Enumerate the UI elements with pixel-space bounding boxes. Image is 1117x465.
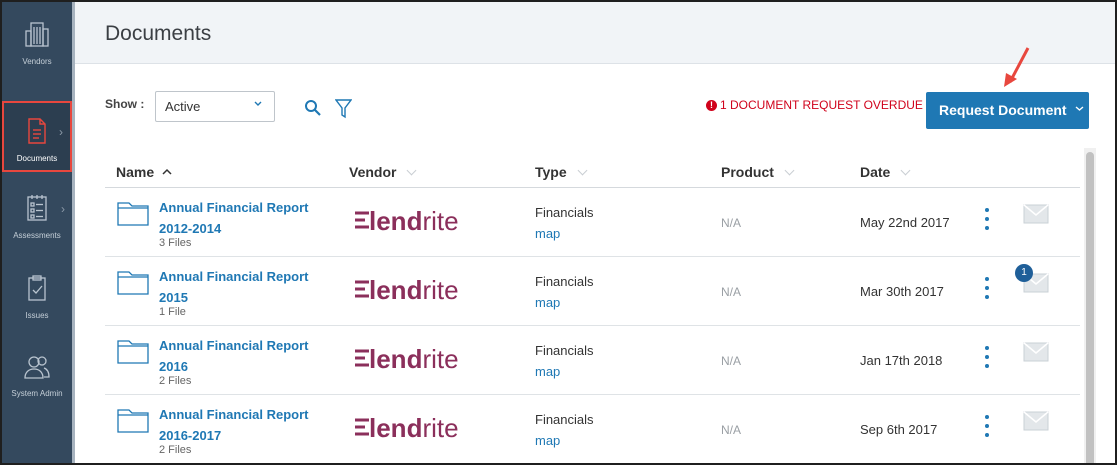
document-name-link[interactable]: Annual Financial Report 2012-2014 [159,197,339,239]
mail-icon[interactable] [1023,204,1049,224]
document-type: Financials [535,412,594,427]
sort-down-icon [577,165,588,175]
overdue-alert[interactable]: ! 1 DOCUMENT REQUEST OVERDUE [706,98,923,112]
table-header: Name Vendor Type Product Date [105,150,1080,188]
building-icon [25,22,49,47]
show-filter-select[interactable]: Active [155,91,275,122]
vendor-name: lendrite [369,206,459,236]
clipboard-icon [28,275,46,301]
map-link[interactable]: map [535,433,560,448]
annotation-arrow [1004,47,1030,87]
sidebar-item-label: Vendors [22,57,52,66]
vendor-logo: lendrite [355,413,459,443]
more-actions-button[interactable] [980,346,994,374]
documents-table: Name Vendor Type Product Date Annual Fin… [105,150,1080,463]
column-header-date[interactable]: Date [860,164,911,180]
document-date: Sep 6th 2017 [860,422,938,437]
table-row[interactable]: Annual Financial Report 2012-2014 3 File… [105,188,1080,257]
page-title: Documents [105,22,212,45]
folder-icon [117,409,149,433]
chevron-right-icon: › [59,125,63,139]
page-header: Documents [75,2,1115,64]
scrollbar-thumb[interactable] [1086,152,1094,463]
document-type: Financials [535,343,594,358]
product-value: N/A [721,423,742,437]
column-header-type[interactable]: Type [535,164,588,180]
column-header-vendor[interactable]: Vendor [349,164,417,180]
sort-down-icon [784,165,795,175]
document-date: Mar 30th 2017 [860,284,944,299]
map-link[interactable]: map [535,364,560,379]
alert-icon: ! [706,99,717,111]
vendor-name: lendrite [369,344,459,374]
sidebar-item-label: Assessments [13,231,61,240]
column-header-name[interactable]: Name [116,164,172,180]
more-actions-button[interactable] [980,277,994,305]
show-filter-label: Show : [105,97,145,111]
sidebar-item-label: System Admin [11,389,63,398]
sidebar-item-system-admin[interactable]: System Admin [2,354,72,426]
mail-icon[interactable] [1023,342,1049,362]
document-date: Jan 17th 2018 [860,353,943,368]
file-count: 2 Files [159,375,192,387]
product-value: N/A [721,216,742,230]
mail-icon[interactable] [1023,411,1049,431]
table-row[interactable]: Annual Financial Report 2016 2 Files len… [105,326,1080,395]
document-type: Financials [535,274,594,289]
product-value: N/A [721,354,742,368]
sidebar-item-label: Documents [16,154,58,163]
sort-down-icon [900,165,911,175]
chevron-down-icon [1075,106,1084,111]
notification-badge: 1 [1015,264,1033,282]
sort-up-icon [162,168,172,175]
checklist-icon [27,195,47,221]
chevron-right-icon: › [61,202,65,216]
document-name-link[interactable]: Annual Financial Report 2015 [159,266,339,308]
folder-icon [117,340,149,364]
sidebar-item-documents[interactable]: › Documents [2,101,72,172]
vendor-logo: lendrite [355,206,459,236]
search-icon[interactable] [304,99,322,117]
vendor-logo: lendrite [355,344,459,374]
document-name-link[interactable]: Annual Financial Report 2016-2017 [159,404,339,446]
file-count: 2 Files [159,444,192,456]
map-link[interactable]: map [535,295,560,310]
sidebar-item-label: Issues [25,311,49,320]
file-count: 1 File [159,306,186,318]
show-filter-value: Active [165,99,201,114]
vendor-logo: lendrite [355,275,459,305]
document-icon [28,118,46,144]
sidebar-item-assessments[interactable]: › Assessments [2,194,72,266]
more-actions-button[interactable] [980,208,994,236]
vendor-name: lendrite [369,275,459,305]
product-value: N/A [721,285,742,299]
document-type: Financials [535,205,594,220]
column-header-product[interactable]: Product [721,164,795,180]
folder-icon [117,202,149,226]
more-actions-button[interactable] [980,415,994,443]
document-date: May 22nd 2017 [860,215,950,230]
request-document-label: Request Document [939,102,1067,118]
vendor-name: lendrite [369,413,459,443]
filter-icon[interactable] [335,99,352,119]
sidebar: Vendors › Documents › Assessments Issues… [2,2,75,463]
users-icon [24,356,50,379]
table-row[interactable]: Annual Financial Report 2015 1 File lend… [105,257,1080,326]
sidebar-item-vendors[interactable]: Vendors [2,20,72,92]
table-row[interactable]: Annual Financial Report 2016-2017 2 File… [105,395,1080,463]
folder-icon [117,271,149,295]
overdue-text: 1 DOCUMENT REQUEST OVERDUE [720,98,923,112]
map-link[interactable]: map [535,226,560,241]
file-count: 3 Files [159,237,192,249]
chevron-down-icon [254,101,262,106]
app-window: Vendors › Documents › Assessments Issues… [0,0,1117,465]
document-name-link[interactable]: Annual Financial Report 2016 [159,335,339,377]
request-document-button[interactable]: Request Document [926,92,1089,129]
sidebar-item-issues[interactable]: Issues [2,274,72,346]
sort-down-icon [407,165,417,175]
